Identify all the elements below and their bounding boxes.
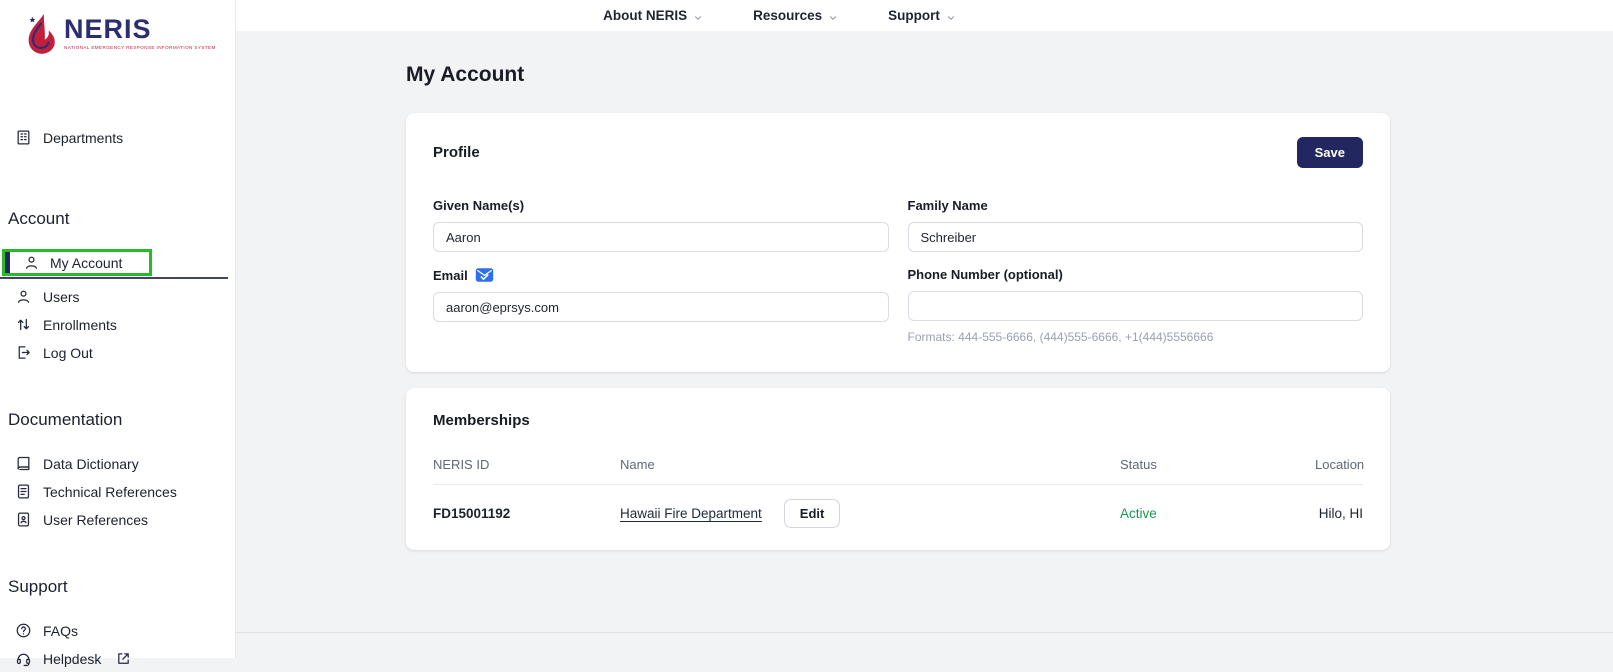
chevron-down-icon: [693, 11, 703, 21]
top-navigation: About NERIS Resources Support: [236, 0, 1613, 31]
document-lines-icon: [15, 483, 32, 500]
neris-logo-text: NERIS NATIONAL EMERGENCY RESPONSE INFORM…: [64, 16, 216, 50]
building-icon: [15, 129, 32, 146]
sidebar-item-label: Enrollments: [43, 317, 117, 333]
membership-neris-id: FD15001192: [433, 506, 620, 521]
question-circle-icon: [15, 622, 32, 639]
chevron-down-icon: [946, 11, 956, 21]
topnav-resources[interactable]: Resources: [753, 8, 838, 23]
phone-format-hint: Formats: 444-555-6666, (444)555-6666, +1…: [908, 330, 1364, 344]
sidebar-item-label: Users: [43, 289, 80, 305]
topnav-label: Support: [888, 8, 940, 23]
membership-department-link[interactable]: Hawaii Fire Department: [620, 506, 762, 521]
sidebar-section-support: Support: [0, 577, 235, 597]
active-item-underline: My Account: [0, 249, 228, 279]
app-root: NERIS NATIONAL EMERGENCY RESPONSE INFORM…: [0, 0, 1613, 658]
sidebar-item-label: Helpdesk: [43, 651, 101, 667]
sidebar-item-label: Technical References: [43, 484, 177, 500]
email-input[interactable]: [433, 292, 889, 322]
profile-card-title: Profile: [433, 144, 480, 161]
sidebar-item-helpdesk[interactable]: Helpdesk: [0, 645, 235, 672]
email-verified-icon: [475, 267, 494, 283]
memberships-card-title: Memberships: [433, 412, 1363, 429]
logout-icon: [15, 344, 32, 361]
sidebar-section-documentation: Documentation: [0, 410, 235, 430]
column-header-neris-id: NERIS ID: [433, 457, 620, 472]
family-name-field-group: Family Name: [908, 198, 1364, 252]
footer-divider: [236, 632, 1613, 633]
enrollments-arrows-icon: [15, 316, 32, 333]
column-header-status: Status: [1120, 457, 1315, 472]
sidebar-item-label: Log Out: [43, 345, 93, 361]
memberships-card: Memberships NERIS ID Name Status Locatio…: [406, 388, 1390, 550]
content-area: My Account Profile Save Given Name(s) Fa…: [236, 31, 1613, 658]
phone-input[interactable]: [908, 291, 1364, 321]
sidebar: NERIS NATIONAL EMERGENCY RESPONSE INFORM…: [0, 0, 236, 658]
sidebar-item-log-out[interactable]: Log Out: [0, 339, 235, 366]
page-title: My Account: [406, 63, 1613, 87]
membership-location: Hilo, HI: [1315, 506, 1363, 521]
main-column: About NERIS Resources Support My Account…: [236, 0, 1613, 658]
save-button[interactable]: Save: [1297, 137, 1363, 168]
column-header-location: Location: [1315, 457, 1364, 472]
sidebar-item-technical-references[interactable]: Technical References: [0, 478, 235, 505]
external-link-icon: [116, 651, 131, 666]
sidebar-item-label: FAQs: [43, 623, 78, 639]
neris-flame-icon: [22, 12, 60, 58]
given-name-label: Given Name(s): [433, 198, 889, 213]
person-icon: [23, 254, 40, 271]
sidebar-item-users[interactable]: Users: [0, 283, 235, 310]
sidebar-item-label: User References: [43, 512, 148, 528]
person-icon: [15, 288, 32, 305]
membership-row: FD15001192 Hawaii Fire Department Edit A…: [433, 485, 1363, 538]
phone-field-group: Phone Number (optional) Formats: 444-555…: [908, 267, 1364, 344]
headset-icon: [15, 650, 32, 667]
column-header-name: Name: [620, 457, 1120, 472]
topnav-about-neris[interactable]: About NERIS: [603, 8, 703, 23]
sidebar-item-departments[interactable]: Departments: [0, 124, 235, 151]
topnav-support[interactable]: Support: [888, 8, 956, 23]
book-icon: [15, 455, 32, 472]
sidebar-item-faqs[interactable]: FAQs: [0, 617, 235, 644]
profile-card: Profile Save Given Name(s) Family Name: [406, 113, 1390, 372]
sidebar-item-label: Data Dictionary: [43, 456, 139, 472]
family-name-input[interactable]: [908, 222, 1364, 252]
phone-label: Phone Number (optional): [908, 267, 1364, 282]
brand-tagline: NATIONAL EMERGENCY RESPONSE INFORMATION …: [64, 45, 216, 50]
document-person-icon: [15, 511, 32, 528]
sidebar-item-enrollments[interactable]: Enrollments: [0, 311, 235, 338]
topnav-label: About NERIS: [603, 8, 687, 23]
brand-name: NERIS: [64, 16, 216, 43]
given-name-field-group: Given Name(s): [433, 198, 889, 252]
edit-membership-button[interactable]: Edit: [784, 499, 841, 528]
email-label: Email: [433, 268, 468, 283]
email-field-group: Email: [433, 267, 889, 344]
sidebar-item-data-dictionary[interactable]: Data Dictionary: [0, 450, 235, 477]
sidebar-item-my-account[interactable]: My Account: [2, 249, 152, 276]
memberships-table-header: NERIS ID Name Status Location: [433, 457, 1363, 485]
family-name-label: Family Name: [908, 198, 1364, 213]
chevron-down-icon: [828, 11, 838, 21]
sidebar-section-account: Account: [0, 209, 235, 229]
sidebar-item-label: My Account: [50, 255, 122, 271]
given-name-input[interactable]: [433, 222, 889, 252]
neris-logo: NERIS NATIONAL EMERGENCY RESPONSE INFORM…: [0, 10, 235, 62]
topnav-label: Resources: [753, 8, 822, 23]
sidebar-item-label: Departments: [43, 130, 123, 146]
sidebar-item-user-references[interactable]: User References: [0, 506, 235, 533]
membership-status-badge: Active: [1120, 506, 1315, 521]
